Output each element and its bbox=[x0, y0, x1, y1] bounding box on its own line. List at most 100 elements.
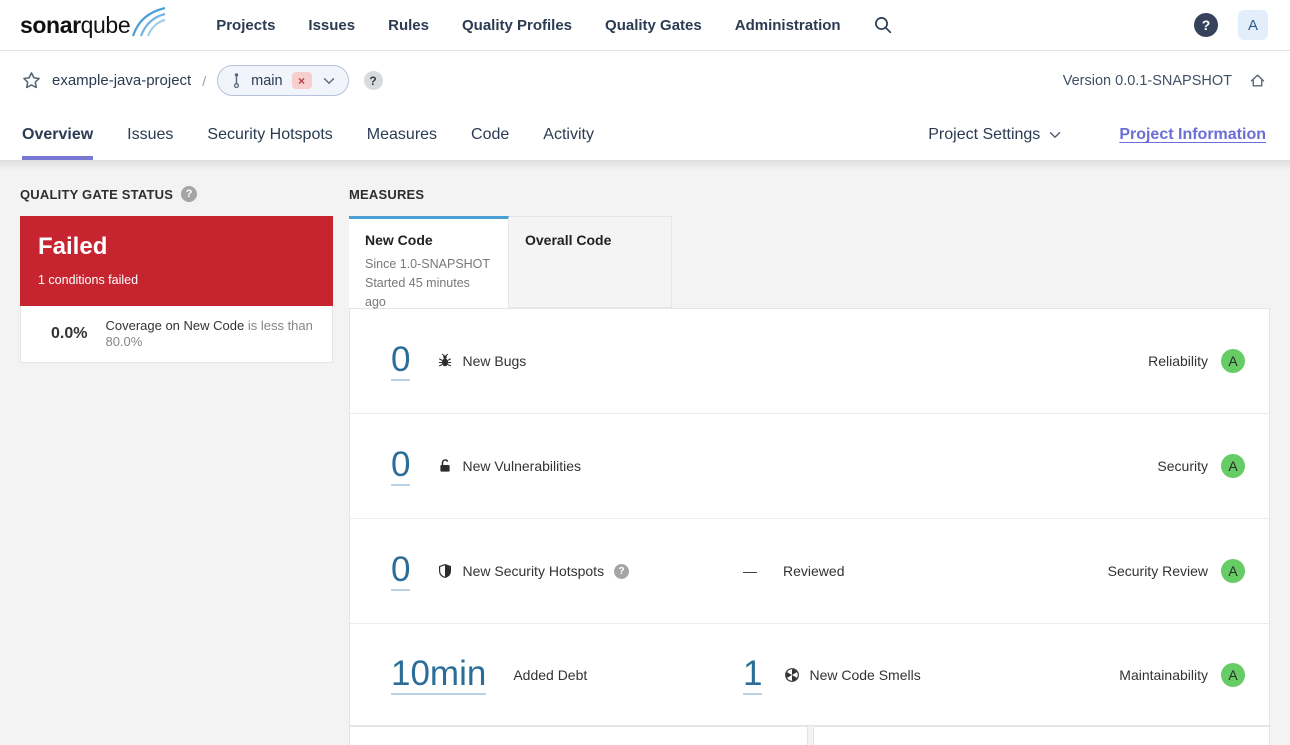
tab-overall-code[interactable]: Overall Code bbox=[509, 216, 672, 308]
measures-heading-text: MEASURES bbox=[349, 186, 425, 202]
quality-gate-heading-text: QUALITY GATE STATUS bbox=[20, 186, 174, 202]
tab-activity[interactable]: Activity bbox=[543, 110, 594, 160]
branch-icon bbox=[231, 72, 242, 89]
measures-heading: MEASURES bbox=[349, 186, 1270, 202]
new-hotspots-count-link[interactable]: 0 bbox=[391, 551, 411, 591]
tab-issues[interactable]: Issues bbox=[127, 110, 173, 160]
new-bugs-count-link[interactable]: 0 bbox=[391, 341, 411, 381]
branch-name: main bbox=[251, 72, 283, 89]
measure-row-vulnerabilities: 0 New Vulnerabilities Security A bbox=[350, 414, 1269, 519]
project-tabs-bar: Overview Issues Security Hotspots Measur… bbox=[0, 110, 1290, 161]
project-settings-label: Project Settings bbox=[928, 126, 1041, 143]
new-code-since: Since 1.0-SNAPSHOT bbox=[365, 257, 491, 271]
security-rating-badge[interactable]: A bbox=[1221, 454, 1245, 478]
quality-gate-status: Failed bbox=[38, 233, 108, 260]
tab-new-code[interactable]: New Code Since 1.0-SNAPSHOT Started 45 m… bbox=[349, 216, 509, 309]
nav-item-quality-profiles[interactable]: Quality Profiles bbox=[462, 17, 572, 34]
search-icon[interactable] bbox=[874, 16, 892, 34]
home-icon[interactable] bbox=[1249, 72, 1266, 89]
breadcrumb-separator: / bbox=[202, 72, 207, 89]
nav-right-group: ? A bbox=[1194, 10, 1268, 40]
code-smell-icon bbox=[784, 667, 800, 683]
unlock-icon bbox=[437, 458, 453, 474]
logo-text-light: qube bbox=[80, 12, 131, 38]
duplications-card-peek bbox=[813, 726, 1270, 745]
user-avatar[interactable]: A bbox=[1238, 10, 1268, 40]
new-vulnerabilities-label-group: New Vulnerabilities bbox=[437, 458, 581, 474]
measure-row-hotspots: 0 New Security Hotspots ? — Reviewed Sec… bbox=[350, 519, 1269, 624]
project-settings-menu[interactable]: Project Settings bbox=[928, 126, 1061, 144]
new-bugs-label: New Bugs bbox=[462, 353, 527, 369]
logo-text-bold: sonar bbox=[20, 12, 81, 38]
bug-icon bbox=[437, 353, 453, 369]
next-measure-cards bbox=[349, 726, 1270, 745]
measure-row-bugs: 0 New Bugs Reliability A bbox=[350, 309, 1269, 414]
condition-value: 0.0% bbox=[51, 325, 88, 342]
new-code-started: Started 45 minutes ago bbox=[365, 276, 470, 309]
logo-swoosh-icon bbox=[132, 7, 166, 37]
added-debt-link[interactable]: 10min bbox=[391, 654, 487, 695]
security-review-rating-badge[interactable]: A bbox=[1221, 559, 1245, 583]
quality-gate-help-icon[interactable]: ? bbox=[181, 186, 198, 202]
nav-item-administration[interactable]: Administration bbox=[735, 17, 841, 34]
security-label: Security bbox=[1157, 458, 1208, 474]
new-vulnerabilities-label: New Vulnerabilities bbox=[462, 458, 582, 474]
security-review-label: Security Review bbox=[1107, 563, 1208, 579]
new-hotspots-label: New Security Hotspots bbox=[462, 563, 605, 579]
branch-chevron-down-icon bbox=[323, 77, 335, 85]
shield-icon bbox=[437, 563, 453, 579]
quality-gate-condition-row[interactable]: 0.0% Coverage on New Code is less than 8… bbox=[20, 306, 333, 363]
tab-code[interactable]: Code bbox=[471, 110, 509, 160]
new-code-tab-subtitle: Since 1.0-SNAPSHOT Started 45 minutes ag… bbox=[365, 255, 492, 312]
nav-item-rules[interactable]: Rules bbox=[388, 17, 429, 34]
quality-gate-heading: QUALITY GATE STATUS ? bbox=[20, 186, 333, 202]
tabs-right-group: Project Settings Project Information bbox=[928, 110, 1266, 160]
main-nav: Projects Issues Rules Quality Profiles Q… bbox=[216, 17, 840, 34]
branch-help-icon[interactable]: ? bbox=[363, 71, 383, 90]
reliability-label: Reliability bbox=[1148, 353, 1208, 369]
hotspots-help-icon[interactable]: ? bbox=[614, 563, 630, 579]
reviewed-label: Reviewed bbox=[783, 563, 845, 579]
sonarqube-logo[interactable]: sonarqube bbox=[20, 7, 166, 40]
quality-gate-status-banner: Failed 1 conditions failed bbox=[20, 216, 333, 306]
overall-code-tab-label: Overall Code bbox=[525, 232, 612, 248]
breadcrumb-bar: example-java-project / main × ? Version … bbox=[0, 51, 1290, 110]
breadcrumb-right-group: Version 0.0.1-SNAPSHOT bbox=[1063, 72, 1266, 89]
overview-page: QUALITY GATE STATUS ? Failed 1 condition… bbox=[0, 161, 1290, 745]
quality-gate-section: QUALITY GATE STATUS ? Failed 1 condition… bbox=[20, 186, 333, 745]
branch-selector[interactable]: main × bbox=[217, 65, 349, 96]
new-vulnerabilities-count-link[interactable]: 0 bbox=[391, 446, 411, 486]
sonarqube-logo-text: sonarqube bbox=[20, 10, 131, 40]
new-code-smells-label-group: New Code Smells bbox=[784, 666, 921, 683]
measures-section: MEASURES New Code Since 1.0-SNAPSHOT Sta… bbox=[349, 186, 1270, 745]
project-settings-chevron-down-icon bbox=[1049, 131, 1061, 139]
project-version: Version 0.0.1-SNAPSHOT bbox=[1062, 72, 1232, 89]
reliability-rating-badge[interactable]: A bbox=[1221, 349, 1245, 373]
coverage-card-peek bbox=[349, 726, 808, 745]
tab-overview[interactable]: Overview bbox=[22, 110, 94, 160]
maintainability-label: Maintainability bbox=[1119, 666, 1208, 683]
added-debt-label-group: Added Debt bbox=[513, 667, 587, 683]
breadcrumb-project-link[interactable]: example-java-project bbox=[52, 72, 191, 89]
nav-item-quality-gates[interactable]: Quality Gates bbox=[605, 17, 702, 34]
top-navbar: sonarqube Projects Issues Rules Quality … bbox=[0, 0, 1290, 51]
quality-gate-card: Failed 1 conditions failed 0.0% Coverage… bbox=[20, 216, 333, 363]
condition-metric: Coverage on New Code bbox=[105, 318, 245, 333]
condition-text: Coverage on New Code is less than 80.0% bbox=[105, 318, 318, 350]
favorite-star-icon[interactable] bbox=[22, 71, 41, 90]
measures-panel: 0 New Bugs Reliability A 0 New Vulnerabi… bbox=[349, 308, 1270, 726]
measures-tabs: New Code Since 1.0-SNAPSHOT Started 45 m… bbox=[349, 216, 1270, 309]
tab-measures[interactable]: Measures bbox=[367, 110, 437, 160]
new-code-smells-count-link[interactable]: 1 bbox=[743, 654, 763, 695]
tab-security-hotspots[interactable]: Security Hotspots bbox=[207, 110, 332, 160]
new-code-smells-label: New Code Smells bbox=[809, 666, 921, 683]
measure-row-maintainability: 10min Added Debt 1 New Code Smells Maint… bbox=[350, 624, 1269, 725]
maintainability-rating-badge[interactable]: A bbox=[1221, 662, 1245, 687]
branch-clear-icon[interactable]: × bbox=[291, 72, 312, 89]
nav-item-projects[interactable]: Projects bbox=[216, 17, 275, 34]
quality-gate-conditions-count: 1 conditions failed bbox=[38, 273, 139, 287]
project-information-link[interactable]: Project Information bbox=[1119, 126, 1266, 144]
new-bugs-label-group: New Bugs bbox=[437, 353, 526, 369]
nav-item-issues[interactable]: Issues bbox=[308, 17, 355, 34]
help-icon[interactable]: ? bbox=[1194, 13, 1218, 37]
